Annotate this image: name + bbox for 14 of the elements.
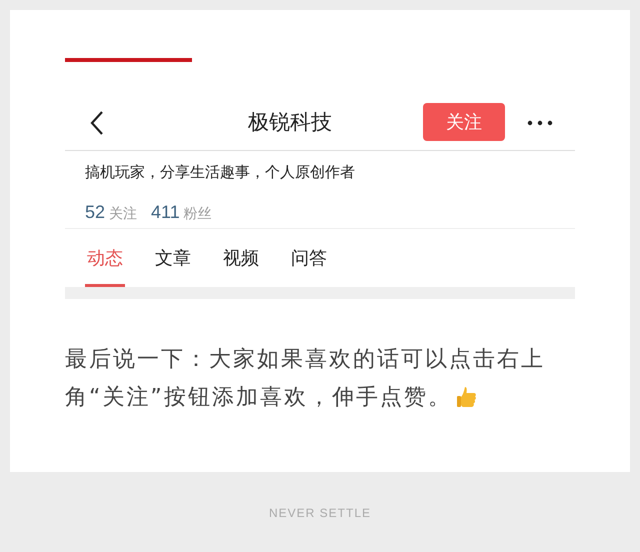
footer-text: NEVER SETTLE (268, 506, 372, 520)
bio-text: 搞机玩家，分享生活趣事，个人原创作者 (85, 163, 355, 181)
paragraph-line: 最后说一下：大家如果喜欢的话可以点击右上 (65, 346, 545, 374)
page-title: 极锐科技 (248, 108, 332, 136)
back-icon[interactable] (90, 110, 104, 136)
stat-count[interactable]: 411 (151, 199, 180, 226)
profile-tab[interactable]: 文章 (153, 229, 193, 287)
paragraph-line: 角“关注”按钮添加喜欢，伸手点赞。 (65, 384, 452, 412)
profile-tab[interactable]: 问答 (289, 229, 329, 287)
more-icon[interactable] (527, 120, 553, 126)
profile-tab[interactable]: 视频 (221, 229, 261, 287)
stat-count[interactable]: 52 (85, 199, 106, 226)
follow-button[interactable]: 关注 (423, 103, 505, 141)
thumbs-up-icon (456, 386, 478, 410)
